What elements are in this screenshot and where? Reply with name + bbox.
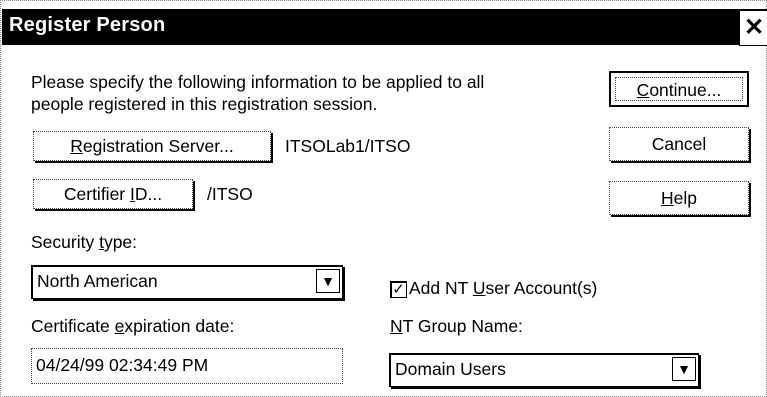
nt-group-name-value: Domain Users: [395, 359, 506, 379]
chevron-down-icon: ▼: [321, 273, 335, 289]
continue-button[interactable]: Continue...: [609, 71, 749, 107]
expiration-date-label: Certificate expiration date:: [31, 316, 235, 336]
security-type-select[interactable]: North American ▼: [31, 265, 343, 299]
window-title: Register Person: [9, 14, 166, 36]
expiration-date-field[interactable]: 04/24/99 02:34:49 PM: [31, 348, 343, 384]
help-label-rest: elp: [673, 188, 697, 208]
registration-server-label-rest: egistration Server...: [82, 136, 234, 156]
intro-text-line1: Please specify the following information…: [31, 72, 485, 92]
registration-server-mnemonic: R: [70, 136, 83, 156]
title-bar[interactable]: Register Person ✕: [2, 9, 767, 46]
close-icon: ✕: [743, 14, 765, 41]
expiration-date-value: 04/24/99 02:34:49 PM: [36, 355, 209, 375]
registration-server-value: ITSOLab1/ITSO: [285, 136, 411, 156]
close-button[interactable]: ✕: [739, 10, 767, 46]
add-nt-user-account-label[interactable]: Add NT User Account(s): [409, 277, 597, 299]
certifier-id-button[interactable]: Certifier ID...: [33, 179, 193, 209]
register-person-dialog: Register Person ✕ Please specify the fol…: [0, 0, 767, 397]
security-type-dropdown-button[interactable]: ▼: [316, 269, 340, 293]
cancel-button[interactable]: Cancel: [609, 127, 749, 161]
cancel-label: Cancel: [651, 134, 707, 154]
nt-group-dropdown-button[interactable]: ▼: [672, 357, 696, 381]
continue-mnemonic: C: [636, 80, 650, 100]
nt-group-name-select[interactable]: Domain Users ▼: [389, 353, 699, 387]
security-type-value: North American: [37, 271, 158, 291]
chevron-down-icon: ▼: [677, 361, 691, 377]
help-button[interactable]: Help: [609, 181, 749, 215]
registration-server-button[interactable]: Registration Server...: [33, 131, 271, 161]
check-icon: ✓: [392, 281, 405, 298]
certifier-value: /ITSO: [207, 184, 253, 204]
intro-text-line2: people registered in this registration s…: [31, 94, 378, 114]
add-nt-user-account-checkbox[interactable]: ✓: [390, 281, 407, 298]
security-type-label: Security type:: [31, 232, 138, 252]
nt-group-name-label: NT Group Name:: [390, 316, 523, 336]
certifier-label-rest: D...: [134, 184, 163, 204]
certifier-label-prefix: Certifier: [63, 184, 130, 204]
continue-label-rest: ontinue...: [649, 80, 722, 100]
help-mnemonic: H: [661, 188, 674, 208]
